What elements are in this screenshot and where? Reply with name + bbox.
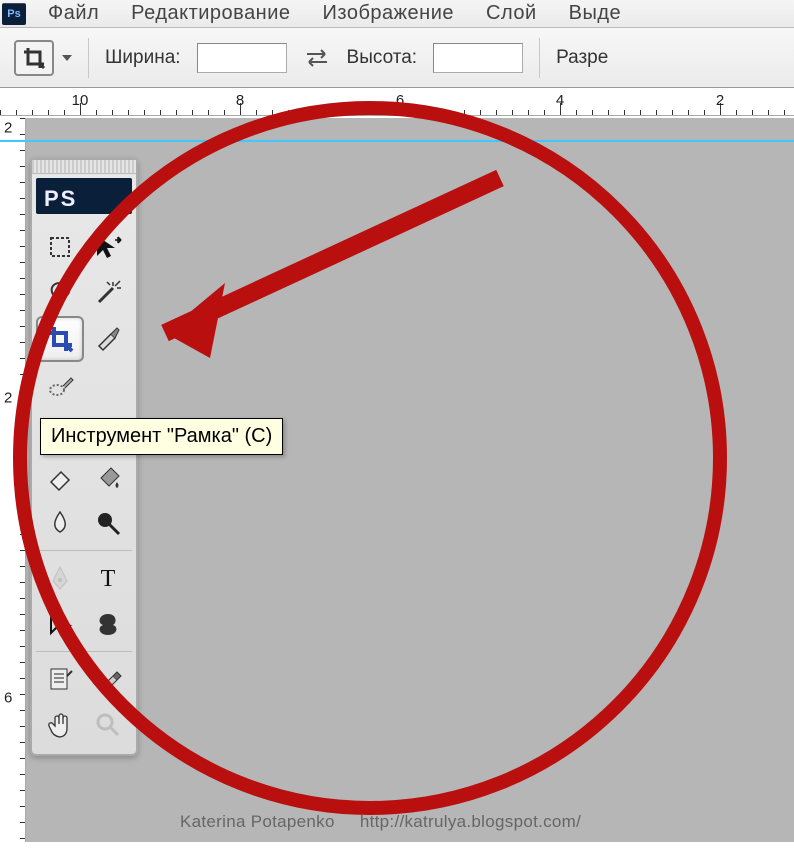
menu-image[interactable]: Изображение: [307, 0, 471, 27]
move-icon: [93, 232, 123, 262]
credit-author: Katerina Potapenko: [180, 812, 335, 831]
paint-bucket-tool[interactable]: [84, 454, 132, 500]
height-input[interactable]: [433, 43, 523, 73]
credit-line: Katerina Potapenko http://katrulya.blogs…: [180, 812, 581, 832]
crop-icon: [45, 324, 75, 354]
path-selection-icon: [45, 609, 75, 639]
rectangular-marquee-tool[interactable]: [36, 224, 84, 270]
tool-separator: [36, 550, 132, 551]
app-logo: Ps: [2, 3, 26, 25]
tooltip: Инструмент "Рамка" (C): [40, 418, 283, 455]
eyedropper-tool[interactable]: [84, 656, 132, 702]
tooltip-text: Инструмент "Рамка" (C): [51, 425, 272, 447]
notes-icon: [45, 664, 75, 694]
menubar: Ps Файл Редактирование Изображение Слой …: [0, 0, 794, 28]
menu-layer[interactable]: Слой: [470, 0, 553, 27]
eraser-tool[interactable]: [36, 454, 84, 500]
pen-tool[interactable]: [36, 555, 84, 601]
lasso-tool[interactable]: [36, 270, 84, 316]
type-tool[interactable]: T: [84, 555, 132, 601]
blur-tool[interactable]: [36, 500, 84, 546]
eraser-icon: [45, 462, 75, 492]
dodge-tool[interactable]: [84, 500, 132, 546]
resolution-label: Разре: [556, 47, 608, 69]
move-tool[interactable]: [84, 224, 132, 270]
guide-line[interactable]: [0, 140, 794, 142]
swap-dimensions-button[interactable]: [303, 46, 331, 70]
menu-edit[interactable]: Редактирование: [115, 0, 306, 27]
tools-panel: PS T: [30, 158, 138, 756]
panel-title: PS: [36, 178, 132, 214]
width-label: Ширина:: [105, 47, 181, 69]
zoom-tool[interactable]: [84, 702, 132, 748]
blur-icon: [45, 508, 75, 538]
ruler-vertical: 226: [0, 118, 26, 842]
ruler-horizontal: 108642: [0, 88, 794, 116]
dodge-icon: [93, 508, 123, 538]
custom-shape-tool[interactable]: [84, 601, 132, 647]
notes-tool[interactable]: [36, 656, 84, 702]
healing-brush-icon: [47, 370, 77, 400]
healing-brush-tool[interactable]: [36, 362, 132, 408]
zoom-icon: [93, 710, 123, 740]
current-tool-swatch[interactable]: [14, 40, 54, 76]
paint-bucket-icon: [93, 462, 123, 492]
panel-grip[interactable]: [32, 160, 136, 174]
custom-shape-icon: [93, 609, 123, 639]
eyedropper-icon: [93, 664, 123, 694]
width-input[interactable]: [197, 43, 287, 73]
slice-tool[interactable]: [84, 316, 132, 362]
chevron-down-icon[interactable]: [62, 55, 72, 61]
rectangular-marquee-icon: [46, 233, 74, 261]
pen-icon: [45, 563, 75, 593]
menu-file[interactable]: Файл: [32, 0, 115, 27]
credit-url: http://katrulya.blogspot.com/: [360, 812, 581, 831]
options-bar: Ширина: Высота: Разре: [0, 28, 794, 88]
magic-wand-tool[interactable]: [84, 270, 132, 316]
menu-select[interactable]: Выде: [553, 0, 638, 27]
path-selection-tool[interactable]: [36, 601, 84, 647]
slice-icon: [93, 324, 123, 354]
tool-separator: [36, 651, 132, 652]
hand-icon: [45, 710, 75, 740]
height-label: Высота:: [347, 47, 418, 69]
canvas-area[interactable]: 226 PS T Инструмент "Рамка" (C) Katerina…: [0, 116, 794, 842]
lasso-icon: [45, 278, 75, 308]
magic-wand-icon: [93, 278, 123, 308]
type-icon: T: [93, 563, 123, 593]
hand-tool[interactable]: [36, 702, 84, 748]
crop-tool[interactable]: [36, 316, 84, 362]
svg-text:T: T: [101, 566, 116, 592]
crop-icon: [21, 45, 47, 71]
